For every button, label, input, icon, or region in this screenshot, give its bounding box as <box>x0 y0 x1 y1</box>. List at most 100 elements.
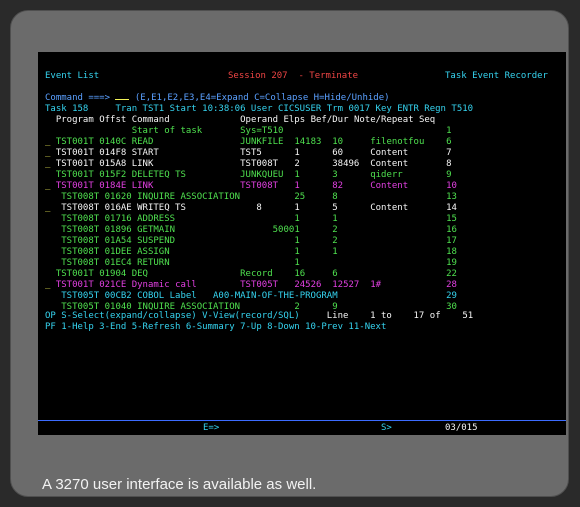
row-command: DELETEQ TS <box>131 170 186 180</box>
row-select-field[interactable]: _ <box>45 203 50 214</box>
s-indicator: S> <box>381 423 392 433</box>
row-seq: 16 <box>446 225 457 235</box>
row-offset: 01716 <box>104 214 132 224</box>
status-line: OP S-Select(expand/collapse) V-View(reco… <box>45 311 473 322</box>
row-program: TST008T <box>61 236 100 246</box>
e-indicator: E=> <box>203 423 220 433</box>
row-seq: 1 <box>446 126 452 136</box>
row-operand: Record <box>240 269 273 279</box>
event-row[interactable]: TST008T 01A54 SUSPEND 1 2 17 <box>45 236 565 247</box>
col-elps: Elps <box>283 115 306 125</box>
row-elapsed: 1 <box>294 181 300 191</box>
col-befdur: Bef/Dur <box>310 115 349 125</box>
screen-title: Event List <box>45 71 100 81</box>
row-note: filenotfou <box>370 137 425 147</box>
row-seq: 18 <box>446 247 457 257</box>
row-seq: 7 <box>446 148 452 158</box>
row-offset: 0184E <box>99 181 127 191</box>
event-row[interactable]: TST008T 01716 ADDRESS 1 1 15 <box>45 214 565 225</box>
row-program: TST001T <box>55 159 94 169</box>
row-command: Dynamic call <box>131 280 197 290</box>
row-program: TST001T <box>55 137 94 147</box>
row-offset: 01DEE <box>104 247 132 257</box>
event-row[interactable]: _ TST008T 016AE WRITEQ TS 8 1 5 Content 14 <box>45 203 565 214</box>
command-input[interactable] <box>115 99 130 100</box>
row-offset: 01A54 <box>104 236 132 246</box>
row-note: Content <box>370 203 409 213</box>
row-note: qiderr <box>370 170 403 180</box>
row-elapsed: 1 <box>294 170 300 180</box>
row-program: TST008T <box>61 192 100 202</box>
row-before-duration: 10 <box>332 137 344 147</box>
row-operand: TST008T <box>240 159 279 169</box>
row-seq: 29 <box>446 291 457 301</box>
event-row[interactable]: _ TST001T 0140C READ JUNKFILE 14183 10 filenotf… <box>45 137 565 148</box>
row-offset: 01620 <box>104 192 132 202</box>
event-row[interactable]: TST001T 01904 DEQ Record 16 6 22 <box>45 269 565 280</box>
event-row[interactable]: TST001T 015F2 DELETEQ TS JUNKQUEU 1 3 qiderr 9 <box>45 170 565 181</box>
row-seq: 28 <box>446 280 457 290</box>
col-seq: Seq <box>418 115 436 125</box>
row-before-duration: 1 <box>332 214 338 224</box>
row-program: TST001T <box>55 170 94 180</box>
row-command: DEQ <box>131 269 148 279</box>
row-elapsed: 14183 <box>294 137 322 147</box>
row-seq: 15 <box>446 214 457 224</box>
row-select-field[interactable]: _ <box>45 181 50 192</box>
row-command: SUSPEND <box>137 236 176 246</box>
row-operand: JUNKQUEU <box>240 170 284 180</box>
row-elapsed: 24526 <box>294 280 322 290</box>
row-select-field[interactable]: _ <box>45 280 50 291</box>
row-seq: 9 <box>446 170 452 180</box>
command-label: Command ===> <box>45 93 111 103</box>
row-elapsed: 16 <box>294 269 306 279</box>
event-row[interactable]: TST008T 01896 GETMAIN 5000 1 2 16 <box>45 225 565 236</box>
event-row[interactable]: _ TST001T 014F8 START TST5 1 60 Content 7 <box>45 148 565 159</box>
event-row[interactable]: TST008T 01DEE ASSIGN 1 1 18 <box>45 247 565 258</box>
row-seq: 6 <box>446 137 452 147</box>
row-offset: 015A8 <box>99 159 127 169</box>
row-program: TST008T <box>61 214 100 224</box>
row-select-field[interactable]: _ <box>45 137 50 148</box>
event-row[interactable]: Start of task Sys=T510 1 <box>45 126 565 137</box>
row-offset: 0140C <box>99 137 127 147</box>
line-of-label: of <box>429 311 441 321</box>
row-elapsed: 2 <box>294 159 300 169</box>
row-program: TST001T <box>55 280 94 290</box>
event-row[interactable]: TST005T 00CB2 COBOL Label A00-MAIN-OF-THE-P… <box>45 291 565 302</box>
row-operand: TST008T <box>240 181 279 191</box>
row-program: TST001T <box>55 181 94 191</box>
row-command: ASSIGN <box>137 247 170 257</box>
row-seq: 8 <box>446 159 452 169</box>
row-program: TST001T <box>55 148 94 158</box>
row-offset: 014F8 <box>99 148 127 158</box>
row-program: TST008T <box>61 258 100 268</box>
col-command: Command <box>131 115 170 125</box>
row-operand: TST005T <box>240 280 279 290</box>
row-before-duration: 1 <box>332 247 338 257</box>
row-select-field[interactable]: _ <box>45 148 50 159</box>
command-options: (E,E1,E2,E3,E4=Expand C=Collapse H=Hide/… <box>134 93 390 103</box>
row-command: WRITEQ TS <box>137 203 186 213</box>
row-program: TST008T <box>61 247 100 257</box>
page-indicator: 03/015 <box>445 423 478 433</box>
row-select-field[interactable]: _ <box>45 159 50 170</box>
event-row[interactable]: TST008T 01EC4 RETURN 1 19 <box>45 258 565 269</box>
line-to: 17 <box>413 311 425 321</box>
col-note: Note/Repeat <box>353 115 414 125</box>
recorder-label: Task Event Recorder <box>445 71 548 81</box>
command-line: Command ===> (E,E1,E2,E3,E4=Expand C=Col… <box>45 93 390 104</box>
row-program: TST001T <box>55 269 94 279</box>
row-elapsed: 1 <box>294 225 300 235</box>
row-before-duration: 60 <box>332 148 344 158</box>
event-row[interactable]: _ TST001T 021CE Dynamic call TST005T 24526 125… <box>45 280 565 291</box>
event-row[interactable]: _ TST001T 015A8 LINK TST008T 2 38496 Content 8 <box>45 159 565 170</box>
bottom-status-bar: E=> S> 03/015 <box>38 420 566 434</box>
line-label: Line <box>326 311 349 321</box>
row-command: LINK <box>131 159 154 169</box>
event-row[interactable]: _ TST001T 0184E LINK TST008T 1 82 Content 10 <box>45 181 565 192</box>
row-offset: 00CB2 <box>104 291 132 301</box>
event-row[interactable]: TST008T 01620 INQUIRE ASSOCIATION 25 8 13 <box>45 192 565 203</box>
session-label: Session 207 - Terminate <box>228 71 359 81</box>
row-operand: JUNKFILE <box>240 137 284 147</box>
